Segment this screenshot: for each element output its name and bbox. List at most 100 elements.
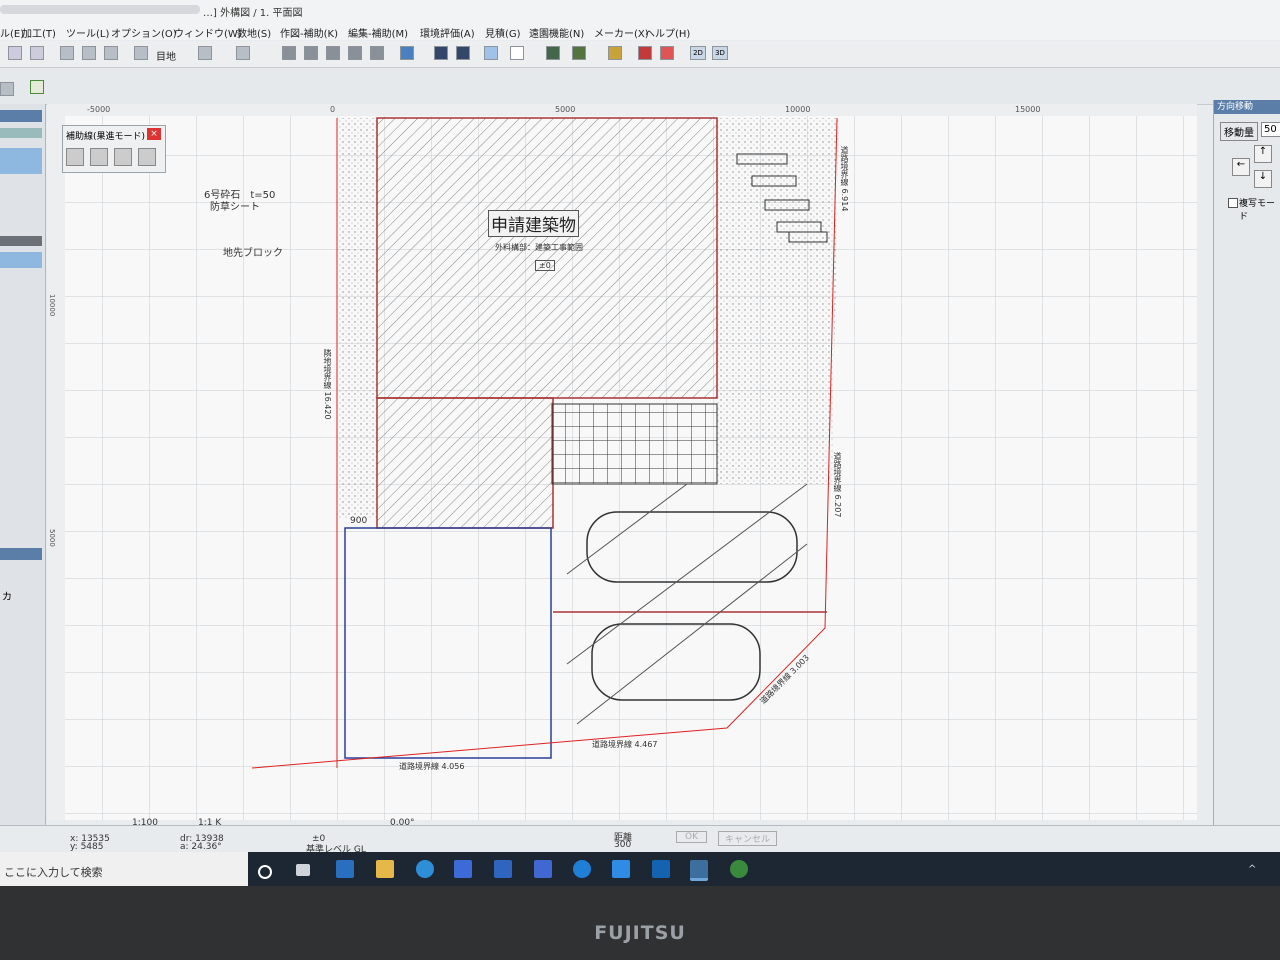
helper-line-dialog: 補助線(果進モード) × [62, 125, 166, 173]
close-icon[interactable]: × [147, 128, 161, 140]
tool-icon-7[interactable] [434, 46, 448, 60]
menu-estimate[interactable]: 見積(G) [485, 25, 521, 40]
scale-label[interactable]: 1:100 [132, 818, 158, 828]
layer-icon[interactable] [198, 46, 212, 60]
ie-icon[interactable] [573, 860, 591, 878]
arrow-left-icon[interactable]: ← [1232, 158, 1250, 176]
menu-bar: ル(E) 加工(T) ツール(L) オプション(O) ウィンドウ(W) 数地(S… [0, 20, 1280, 40]
settings-icon[interactable] [138, 148, 156, 166]
ok-button[interactable]: OK [676, 831, 707, 843]
cad-app-icon[interactable] [690, 860, 708, 881]
building-extension [376, 397, 554, 529]
ruler-left-label: 5000 [48, 529, 56, 547]
menu-site[interactable]: 数地(S) [237, 25, 271, 40]
menu-process[interactable]: 加工(T) [22, 25, 56, 40]
tool-icon-4[interactable] [348, 46, 362, 60]
menu-draw-aux[interactable]: 作図-補助(K) [280, 25, 338, 40]
tool-icon-12[interactable] [572, 46, 586, 60]
tool-icon-10[interactable] [510, 46, 524, 60]
undo-icon[interactable] [8, 46, 22, 60]
view-3d-button[interactable]: 3D [712, 46, 728, 60]
tool-icon-3[interactable] [326, 46, 340, 60]
menu-env-eval[interactable]: 環境評価(A) [420, 25, 475, 40]
delete-icon[interactable] [114, 148, 132, 166]
select-icon[interactable] [236, 46, 250, 60]
tool-icon-8[interactable] [456, 46, 470, 60]
drawing-canvas[interactable]: -5000 0 5000 10000 15000 10000 5000 申請建築… [47, 104, 1197, 820]
cortana-icon[interactable] [258, 865, 272, 879]
panel-item[interactable] [0, 252, 42, 268]
search-placeholder: ここに入力して検索 [4, 866, 103, 879]
arrow-down-icon[interactable]: ↓ [1254, 170, 1272, 188]
ruler-left-label: 10000 [48, 294, 56, 317]
building [376, 117, 718, 399]
pointer-icon[interactable] [30, 80, 44, 94]
mail-at-icon[interactable] [494, 860, 512, 878]
direction-move-panel: 方向移動 移動量 50 ↑ ← ↓ 複写モード [1213, 100, 1280, 830]
distance-value: 300 [614, 840, 632, 850]
cancel-button[interactable]: キャンセル [718, 831, 778, 846]
redo-icon[interactable] [30, 46, 44, 60]
tool-icon-2[interactable] [304, 46, 318, 60]
brand-logo: FUJITSU [594, 922, 686, 944]
ruler-top-label: 15000 [1015, 105, 1041, 114]
dimension-900: 900 [350, 516, 368, 526]
ruler-top-label: 10000 [785, 105, 811, 114]
task-view-icon[interactable] [296, 864, 310, 876]
tool-icon-9[interactable] [484, 46, 498, 60]
paste-icon[interactable] [104, 46, 118, 60]
arrow-up-icon[interactable]: ↑ [1254, 145, 1272, 163]
menu-tools[interactable]: ツール(L) [66, 25, 109, 40]
store-icon[interactable] [454, 860, 472, 878]
boundary-right-top-label: 道路境界線 6.914 [840, 146, 849, 212]
estimate-icon[interactable] [638, 46, 652, 60]
coord-y: y: 5485 [70, 842, 104, 852]
tool-icon-13[interactable] [608, 46, 622, 60]
view-label[interactable]: 目地 [156, 48, 176, 63]
copy-icon[interactable] [82, 46, 96, 60]
tool-icon-11[interactable] [546, 46, 560, 60]
app-icon-2[interactable] [534, 860, 552, 878]
taskbar: ここに入力して検索 ^ [0, 852, 1280, 890]
tiled-porch [551, 403, 718, 485]
chevron-up-icon[interactable]: ^ [1248, 864, 1256, 875]
taskbar-search[interactable]: ここに入力して検索 [0, 852, 248, 890]
panel-item[interactable] [0, 128, 42, 138]
scale2-label[interactable]: 1:1 K [198, 818, 221, 828]
search-icon[interactable] [660, 46, 674, 60]
move-amount-input[interactable]: 50 [1261, 122, 1280, 137]
edge-icon[interactable] [416, 860, 434, 878]
file-explorer-icon[interactable] [376, 860, 394, 878]
panel-icon[interactable] [0, 82, 14, 96]
menu-garden[interactable]: 遠園機能(N) [529, 25, 584, 40]
copy-mode-label: 複写モード [1239, 199, 1276, 222]
menu-options[interactable]: オプション(O) [111, 25, 177, 40]
menu-window[interactable]: ウィンドウ(W) [174, 25, 242, 40]
line-icon[interactable] [66, 148, 84, 166]
panel-header-2 [0, 548, 42, 560]
panel-scrollbar[interactable] [0, 236, 42, 246]
tool-icon-6[interactable] [400, 46, 414, 60]
mail-icon[interactable] [612, 860, 630, 878]
zoom-icon[interactable] [134, 46, 148, 60]
tool-icon-1[interactable] [282, 46, 296, 60]
app-icon-1[interactable] [336, 860, 354, 878]
eye-icon[interactable] [90, 148, 108, 166]
panel-item-selected[interactable] [0, 148, 42, 174]
cut-icon[interactable] [60, 46, 74, 60]
ruler-top-label: -5000 [87, 105, 111, 114]
app-icon-3[interactable] [730, 860, 748, 878]
title-bar: …] 外構図 / 1. 平面図 [0, 0, 1280, 20]
panel-header [0, 110, 42, 122]
angle-label[interactable]: 0.00° [390, 818, 415, 828]
menu-maker[interactable]: メーカー(X) [594, 25, 649, 40]
window-title: …] 外構図 / 1. 平面図 [203, 8, 303, 19]
left-panel: カ [0, 104, 46, 829]
view-2d-button[interactable]: 2D [690, 46, 706, 60]
menu-file[interactable]: ル(E) [0, 25, 24, 40]
menu-help[interactable]: ヘルプ(H) [645, 25, 690, 40]
menu-edit-aux[interactable]: 編集-補助(M) [348, 25, 408, 40]
copy-mode-checkbox[interactable] [1228, 198, 1238, 208]
tool-icon-5[interactable] [370, 46, 384, 60]
outlook-icon[interactable] [652, 860, 670, 878]
